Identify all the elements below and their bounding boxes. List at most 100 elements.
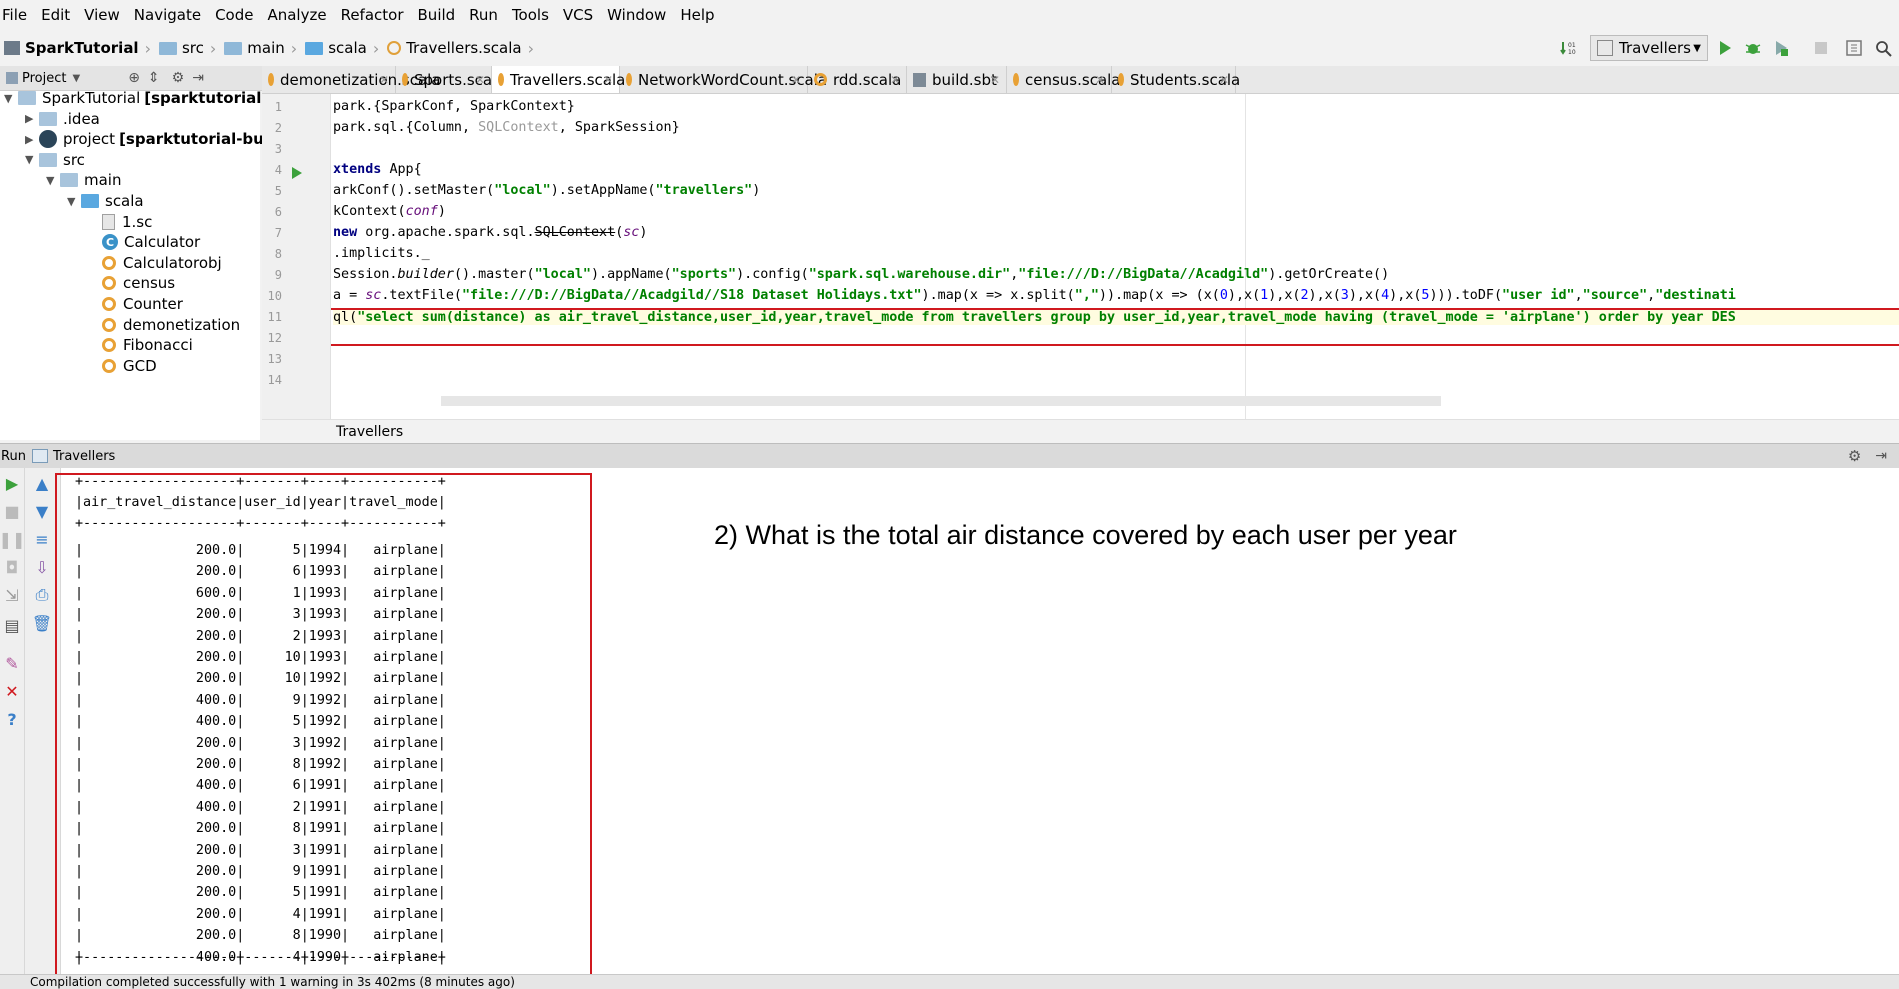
exit-icon[interactable]: ⇲ bbox=[2, 585, 22, 605]
close-tab-icon[interactable]: ✕ bbox=[791, 73, 801, 87]
chevron-down-icon[interactable]: ▼ bbox=[25, 153, 39, 166]
menu-item-refactor[interactable]: Refactor bbox=[334, 6, 411, 24]
run-tab-icon bbox=[31, 449, 48, 463]
dump-threads-icon[interactable]: ◘ bbox=[2, 557, 22, 577]
source-folder-icon bbox=[81, 194, 99, 208]
project-panel-title[interactable]: Project bbox=[22, 71, 66, 86]
tab-travellers-scala[interactable]: Travellers.scala ✕ bbox=[492, 66, 625, 93]
tree-item-label: SparkTutorial bbox=[42, 89, 141, 107]
menu-item-analyze[interactable]: Analyze bbox=[260, 6, 333, 24]
arrow-up-icon[interactable]: ▲ bbox=[32, 473, 52, 493]
tree-item[interactable]: GCD bbox=[88, 354, 157, 378]
scroll-to-end-icon[interactable]: ⇩ bbox=[32, 557, 52, 577]
menu-item-build[interactable]: Build bbox=[411, 6, 463, 24]
help-icon[interactable]: ? bbox=[2, 709, 22, 729]
tab-students-scala[interactable]: Students.scala ✕ bbox=[1112, 66, 1240, 93]
config-icon bbox=[1597, 40, 1613, 56]
run-icon[interactable] bbox=[1716, 39, 1734, 57]
tab-networkwordcount-scala[interactable]: NetworkWordCount.scala ✕ bbox=[620, 66, 827, 93]
scala-object-icon bbox=[498, 73, 504, 86]
object-icon bbox=[102, 358, 116, 373]
menu-item-tools[interactable]: Tools bbox=[505, 6, 556, 24]
scala-object-icon bbox=[268, 73, 274, 86]
coverage-icon[interactable] bbox=[1772, 39, 1790, 57]
run-config-label: Travellers bbox=[1619, 39, 1691, 57]
breadcrumb-src[interactable]: src › bbox=[155, 39, 220, 58]
breadcrumb-file[interactable]: Travellers.scala › bbox=[383, 39, 538, 58]
breadcrumb-project[interactable]: SparkTutorial › bbox=[0, 39, 155, 58]
close-tab-icon[interactable]: ✕ bbox=[1219, 73, 1229, 87]
tab-demonetization-scala[interactable]: demonetization.scala ✕ bbox=[262, 66, 441, 93]
stop-icon[interactable] bbox=[1812, 39, 1830, 57]
search-icon[interactable] bbox=[1874, 39, 1892, 57]
chevron-right-icon[interactable]: ▶ bbox=[25, 133, 39, 146]
chevron-down-icon[interactable]: ▼ bbox=[46, 174, 60, 187]
line-number: 13 bbox=[267, 352, 282, 366]
trash-icon[interactable]: 🗑 bbox=[32, 613, 52, 633]
stop-icon[interactable]: ■ bbox=[2, 501, 22, 521]
breadcrumb-main[interactable]: main › bbox=[220, 39, 301, 58]
breadcrumb-scala[interactable]: scala › bbox=[301, 39, 383, 58]
menu-item-run[interactable]: Run bbox=[462, 6, 505, 24]
svg-text:01: 01 bbox=[1568, 42, 1576, 49]
gear-icon[interactable]: ⚙ bbox=[1848, 447, 1861, 465]
folder-icon bbox=[60, 173, 78, 188]
rerun-icon[interactable]: ▶ bbox=[2, 473, 22, 493]
close-tab-icon[interactable]: ✕ bbox=[890, 73, 900, 87]
menu-item-navigate[interactable]: Navigate bbox=[127, 6, 208, 24]
collapse-icon[interactable]: ⇕ bbox=[148, 70, 160, 86]
editor-breadcrumb[interactable]: Travellers bbox=[336, 424, 403, 440]
hide-panel-icon[interactable]: ⇥ bbox=[1875, 448, 1887, 464]
menu-item-code[interactable]: Code bbox=[208, 6, 260, 24]
locate-icon[interactable]: ⊕ bbox=[128, 70, 140, 86]
line-number: 10 bbox=[267, 289, 282, 303]
layout-icon[interactable]: ▤ bbox=[2, 615, 22, 635]
close-tab-icon[interactable]: ✕ bbox=[475, 73, 485, 87]
close-icon[interactable]: ✕ bbox=[2, 681, 22, 701]
tree-item-label: .idea bbox=[63, 109, 100, 128]
breadcrumb-label: src bbox=[181, 39, 204, 57]
close-tab-icon[interactable]: ✕ bbox=[1095, 73, 1105, 87]
line-number: 9 bbox=[274, 268, 282, 282]
run-panel-header: Run Travellers ⚙ ⇥ bbox=[0, 443, 1899, 469]
line-number: 11 bbox=[267, 310, 282, 324]
run-gutter-icon[interactable] bbox=[292, 167, 302, 179]
project-structure-icon[interactable] bbox=[1845, 39, 1863, 57]
tab-rdd-scala[interactable]: rdd.scala ✕ bbox=[808, 66, 907, 93]
run-tab-label[interactable]: Travellers bbox=[53, 449, 115, 464]
soft-wrap-icon[interactable]: ≡ bbox=[32, 529, 52, 549]
tree-item-label: Calculator bbox=[124, 233, 201, 252]
menu-item-help[interactable]: Help bbox=[673, 6, 721, 24]
horizontal-scrollbar[interactable] bbox=[441, 396, 1441, 406]
close-tab-icon[interactable]: ✕ bbox=[379, 73, 389, 87]
build-icon[interactable]: 0110 bbox=[1560, 39, 1578, 57]
debug-icon[interactable] bbox=[1744, 39, 1762, 57]
chevron-down-icon[interactable]: ▼ bbox=[72, 73, 80, 84]
close-tab-icon[interactable]: ✕ bbox=[603, 73, 613, 87]
line-number: 5 bbox=[274, 184, 282, 198]
breadcrumb-label: SparkTutorial bbox=[25, 39, 139, 57]
tab-census-scala[interactable]: census.scala ✕ bbox=[1007, 66, 1121, 93]
folder-icon bbox=[39, 152, 57, 167]
menu-item-vcs[interactable]: VCS bbox=[556, 6, 600, 24]
menu-item-edit[interactable]: Edit bbox=[34, 6, 77, 24]
tab-build-sbt[interactable]: build.sbt ✕ bbox=[907, 66, 1007, 93]
chevron-right-icon[interactable]: ▶ bbox=[25, 112, 39, 125]
console-output[interactable]: +-------------------+-------+----+------… bbox=[55, 468, 1899, 977]
chevron-down-icon[interactable]: ▼ bbox=[4, 92, 18, 105]
close-tab-icon[interactable]: ✕ bbox=[990, 73, 1000, 87]
hide-icon[interactable]: ⇥ bbox=[192, 70, 204, 86]
menu-item-file[interactable]: File bbox=[0, 6, 34, 24]
menu-item-window[interactable]: Window bbox=[600, 6, 673, 24]
arrow-down-icon[interactable]: ▼ bbox=[32, 501, 52, 521]
pin-icon[interactable]: ✎ bbox=[2, 653, 22, 673]
run-configuration-select[interactable]: Travellers ▼ bbox=[1590, 35, 1708, 61]
menu-item-view[interactable]: View bbox=[77, 6, 127, 24]
tab-sports-scala[interactable]: Sports.scala ✕ bbox=[396, 66, 505, 93]
chevron-down-icon[interactable]: ▼ bbox=[67, 195, 81, 208]
pause-icon[interactable]: ❚❚ bbox=[0, 529, 25, 549]
code-editor[interactable]: park.{SparkConf, SparkContext} park.sql.… bbox=[331, 94, 1899, 419]
print-icon[interactable]: ⎙ bbox=[32, 585, 52, 605]
gear-icon[interactable]: ⚙ bbox=[172, 70, 185, 86]
scala-object-icon bbox=[402, 73, 408, 86]
